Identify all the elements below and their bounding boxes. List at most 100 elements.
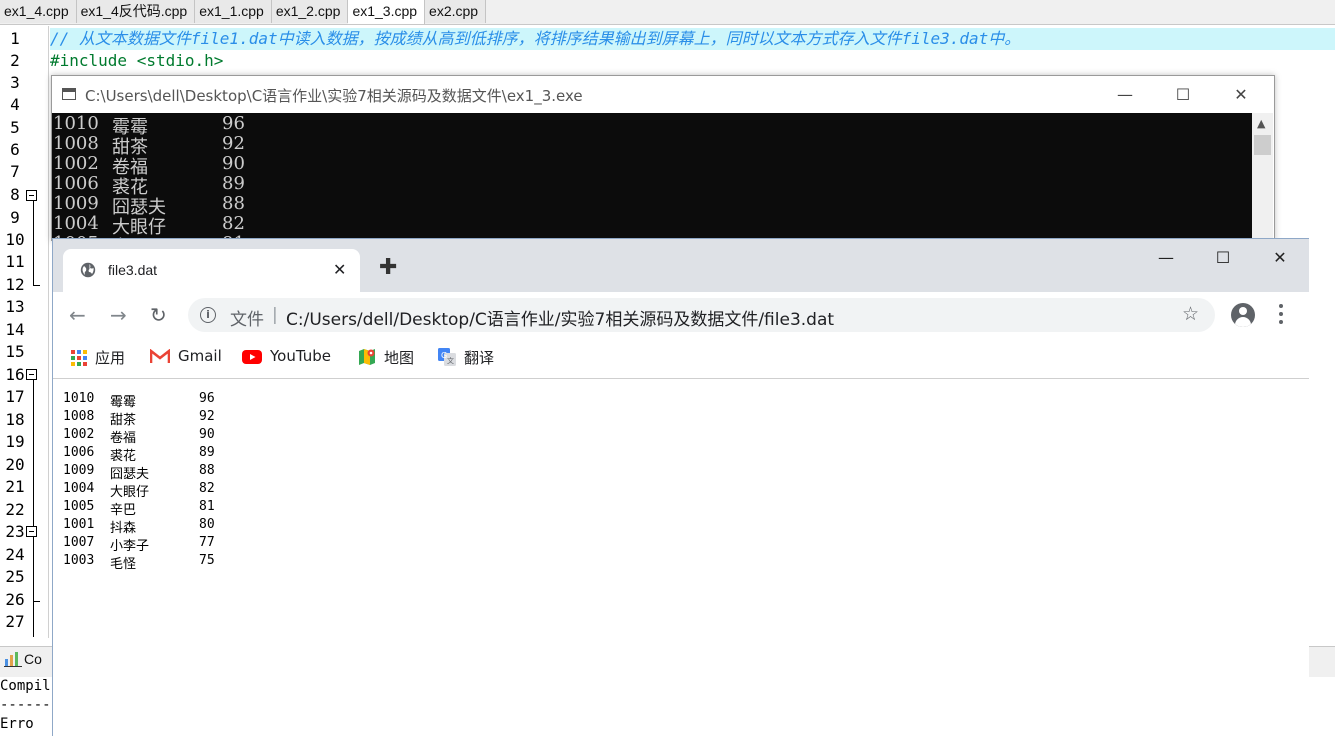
line-number: 12 [5, 275, 25, 294]
ide-tab[interactable]: ex1_4.cpp [0, 0, 77, 23]
bookmark-star-icon[interactable]: ☆ [1182, 303, 1199, 325]
bookmark-gmail[interactable]: Gmail [150, 347, 222, 365]
menu-dots-icon[interactable] [1279, 304, 1283, 324]
line-number: 14 [5, 320, 25, 339]
scheme-label: 文件 [230, 310, 264, 330]
student-score: 88 [222, 193, 245, 214]
ide-tab[interactable]: ex1_4反代码.cpp [76, 0, 196, 23]
student-score: 90 [199, 427, 215, 442]
line-number: 10 [5, 230, 25, 249]
fold-toggle-icon[interactable] [26, 190, 37, 201]
student-id: 1008 [53, 133, 99, 154]
bookmark-label: Gmail [178, 347, 222, 365]
translate-icon: G 文 [438, 348, 456, 366]
bookmark-label: 地图 [384, 349, 415, 367]
student-score: 80 [199, 517, 215, 532]
line-number: 24 [5, 545, 25, 564]
file-content: 1010 霉霉 96 1008 甜茶 92 1002 卷福 90 1006 裘花… [53, 379, 1309, 737]
minimize-icon[interactable]: — [1102, 76, 1148, 113]
fold-guide-end [33, 285, 40, 286]
line-number: 2 [10, 51, 20, 70]
student-id: 1001 [63, 517, 95, 532]
compiler-tab-label: Co [24, 651, 42, 667]
profile-avatar-icon[interactable] [1231, 303, 1255, 327]
svg-text:文: 文 [447, 356, 454, 365]
browser-window: file3.dat ✕ ✚ — ☐ ✕ ← → ↻ i 文件 | C:/User… [52, 238, 1309, 737]
maps-icon [359, 349, 375, 365]
student-name: 裘花 [110, 449, 137, 464]
fold-toggle-icon[interactable] [26, 369, 37, 380]
console-scrollbar[interactable]: ▲ [1252, 113, 1273, 239]
fold-toggle-icon[interactable] [26, 526, 37, 537]
compiler-tab[interactable]: Co [4, 651, 42, 667]
bookmarks-bar: 应用 Gmail YouTube 地图 G 文 翻译 [53, 338, 1309, 379]
new-tab-icon[interactable]: ✚ [379, 257, 397, 279]
tab-close-icon[interactable]: ✕ [333, 260, 346, 279]
url-text[interactable]: C:/Users/dell/Desktop/C语言作业/实验7相关源码及数据文件… [286, 305, 834, 330]
student-id: 1004 [63, 481, 95, 496]
line-number: 6 [10, 140, 20, 159]
ide-tab[interactable]: ex1_2.cpp [271, 0, 349, 23]
ide-tab[interactable]: ex2.cpp [425, 0, 487, 23]
line-number: 11 [5, 252, 25, 271]
maximize-icon[interactable]: ☐ [1160, 76, 1206, 113]
bookmark-maps[interactable]: 地图 [358, 347, 414, 368]
bar-chart-icon [4, 652, 22, 667]
student-name: 抖森 [110, 521, 137, 536]
browser-tab-title: file3.dat [108, 262, 158, 278]
back-arrow-icon[interactable]: ← [69, 304, 86, 326]
student-score: 82 [222, 213, 245, 234]
student-score: 92 [222, 133, 245, 154]
scrollbar-thumb[interactable] [1254, 135, 1271, 155]
bookmark-translate[interactable]: G 文 翻译 [438, 347, 494, 368]
fold-guide-end [33, 601, 40, 602]
student-score: 96 [199, 391, 215, 406]
line-number: 7 [10, 162, 20, 181]
student-id: 1002 [53, 153, 99, 174]
student-id: 1009 [63, 463, 95, 478]
code-comment-line[interactable]: // 从文本数据文件file1.dat中读入数据，按成绩从高到低排序，将排序结果… [50, 28, 1335, 50]
line-number: 1 [10, 29, 20, 48]
close-icon[interactable]: ✕ [1218, 76, 1264, 113]
console-title: C:\Users\dell\Desktop\C语言作业\实验7相关源码及数据文件… [85, 87, 583, 105]
line-number: 22 [5, 500, 25, 519]
info-icon[interactable]: i [200, 307, 216, 323]
fold-guide [33, 201, 34, 285]
ide-tab-active[interactable]: ex1_3.cpp [348, 0, 426, 24]
bookmark-label: 应用 [95, 349, 126, 367]
console-title-bar[interactable]: C:\Users\dell\Desktop\C语言作业\实验7相关源码及数据文件… [52, 76, 1274, 113]
student-name: 毛怪 [110, 557, 137, 572]
line-number: 9 [10, 208, 20, 227]
minimize-icon[interactable]: — [1137, 239, 1195, 275]
forward-arrow-icon[interactable]: → [110, 304, 127, 326]
line-number: 18 [5, 410, 25, 429]
line-number: 20 [5, 455, 25, 474]
bookmark-youtube[interactable]: YouTube [242, 347, 331, 365]
bookmark-label: YouTube [270, 347, 331, 365]
student-name: 大眼仔 [110, 485, 150, 500]
browser-tab[interactable]: file3.dat ✕ [63, 249, 360, 292]
line-number: 23 [5, 522, 25, 541]
line-number-gutter: 1 2 3 4 5 6 7 8 9 10 11 12 13 14 15 16 1… [0, 26, 49, 638]
line-number: 4 [10, 95, 20, 114]
student-id: 1010 [63, 391, 95, 406]
scroll-up-icon[interactable]: ▲ [1257, 117, 1265, 130]
student-score: 89 [199, 445, 215, 460]
ide-tab-bar: ex1_4.cpp ex1_4反代码.cpp ex1_1.cpp ex1_2.c… [0, 0, 1335, 25]
code-include-line[interactable]: #include <stdio.h> [50, 50, 223, 72]
reload-icon[interactable]: ↻ [150, 304, 167, 326]
console-window: C:\Users\dell\Desktop\C语言作业\实验7相关源码及数据文件… [51, 75, 1275, 241]
close-icon[interactable]: ✕ [1251, 239, 1309, 275]
student-score: 89 [222, 173, 245, 194]
maximize-icon[interactable]: ☐ [1194, 239, 1252, 275]
address-bar[interactable]: i 文件 | C:/Users/dell/Desktop/C语言作业/实验7相关… [188, 298, 1215, 332]
bookmark-apps[interactable]: 应用 [71, 347, 125, 368]
youtube-icon [242, 350, 262, 364]
browser-toolbar: ← → ↻ i 文件 | C:/Users/dell/Desktop/C语言作业… [53, 292, 1309, 338]
line-number: 17 [5, 387, 25, 406]
student-score: 90 [222, 153, 245, 174]
fold-guide [33, 380, 34, 526]
ide-tab[interactable]: ex1_1.cpp [195, 0, 272, 23]
globe-icon [80, 262, 96, 278]
scheme-separator: | [272, 305, 278, 325]
